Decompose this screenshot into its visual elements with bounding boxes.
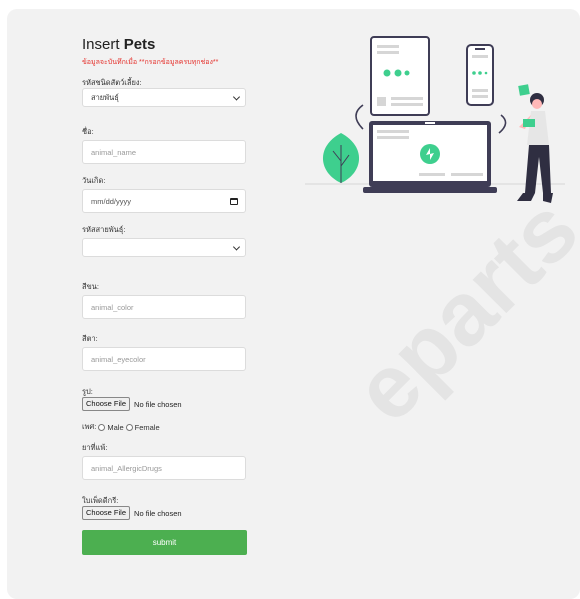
color-label: สีขน: bbox=[82, 282, 99, 291]
gender-label: เพศ: bbox=[82, 422, 97, 431]
female-label: Female bbox=[134, 422, 160, 432]
laptop-icon bbox=[363, 121, 497, 193]
gender-row: เพศ: Male Female bbox=[82, 421, 248, 433]
pet-type-label: รหัสชนิดสัตว์เลี้ยง: bbox=[82, 78, 142, 87]
submit-button[interactable]: submit bbox=[82, 530, 247, 555]
phone-icon bbox=[466, 44, 494, 106]
choose-file-button[interactable]: Choose File bbox=[82, 397, 131, 411]
male-radio[interactable] bbox=[98, 423, 106, 431]
required-note: ข้อมูลจะบันทึกเมื่อ **กรอกข้อมูลครบทุกช่… bbox=[82, 59, 219, 66]
calendar-icon[interactable] bbox=[230, 198, 238, 205]
female-radio[interactable] bbox=[125, 423, 133, 431]
allergy-input[interactable]: animal_AllergicDrugs bbox=[82, 456, 246, 480]
male-label: Male bbox=[107, 422, 124, 432]
breed-label: รหัสสายพันธุ์: bbox=[82, 225, 126, 234]
pet-type-value: สายพันธุ์ bbox=[91, 92, 119, 102]
breed-select[interactable] bbox=[82, 238, 246, 257]
birthdate-input[interactable]: mm/dd/yyyy bbox=[82, 189, 246, 213]
pet-type-select[interactable]: สายพันธุ์ bbox=[82, 88, 246, 107]
no-file-text: No file chosen bbox=[134, 399, 182, 409]
tablet-icon bbox=[370, 36, 430, 116]
color-input[interactable]: animal_color bbox=[82, 295, 246, 319]
choose-file-button[interactable]: Choose File bbox=[82, 506, 131, 520]
chevron-down-icon bbox=[232, 92, 241, 101]
birthdate-label: วันเกิด: bbox=[82, 176, 106, 185]
tree-icon bbox=[322, 133, 360, 183]
no-file-text: No file chosen bbox=[134, 508, 182, 518]
certificate-label: ใบเพ็ดดีกรี: bbox=[82, 496, 119, 505]
allergy-label: ยาที่แพ้: bbox=[82, 443, 108, 452]
name-input[interactable]: animal_name bbox=[82, 140, 246, 164]
chevron-down-icon bbox=[232, 242, 241, 251]
arrow-right-icon bbox=[498, 114, 507, 134]
insert-pets-form: Insert Pets ข้อมูลจะบันทึกเมื่อ **กรอกข้… bbox=[82, 36, 248, 555]
photo-label: รูป: bbox=[82, 387, 93, 396]
arrow-left-icon bbox=[355, 104, 364, 130]
eyecolor-label: สีตา: bbox=[82, 334, 98, 343]
photo-file-input[interactable]: Choose File No file chosen bbox=[82, 397, 248, 411]
name-label: ชื่อ: bbox=[82, 127, 94, 136]
eyecolor-input[interactable]: animal_eyecolor bbox=[82, 347, 246, 371]
page-title: Insert Pets bbox=[82, 36, 156, 53]
certificate-file-input[interactable]: Choose File No file chosen bbox=[82, 506, 248, 520]
